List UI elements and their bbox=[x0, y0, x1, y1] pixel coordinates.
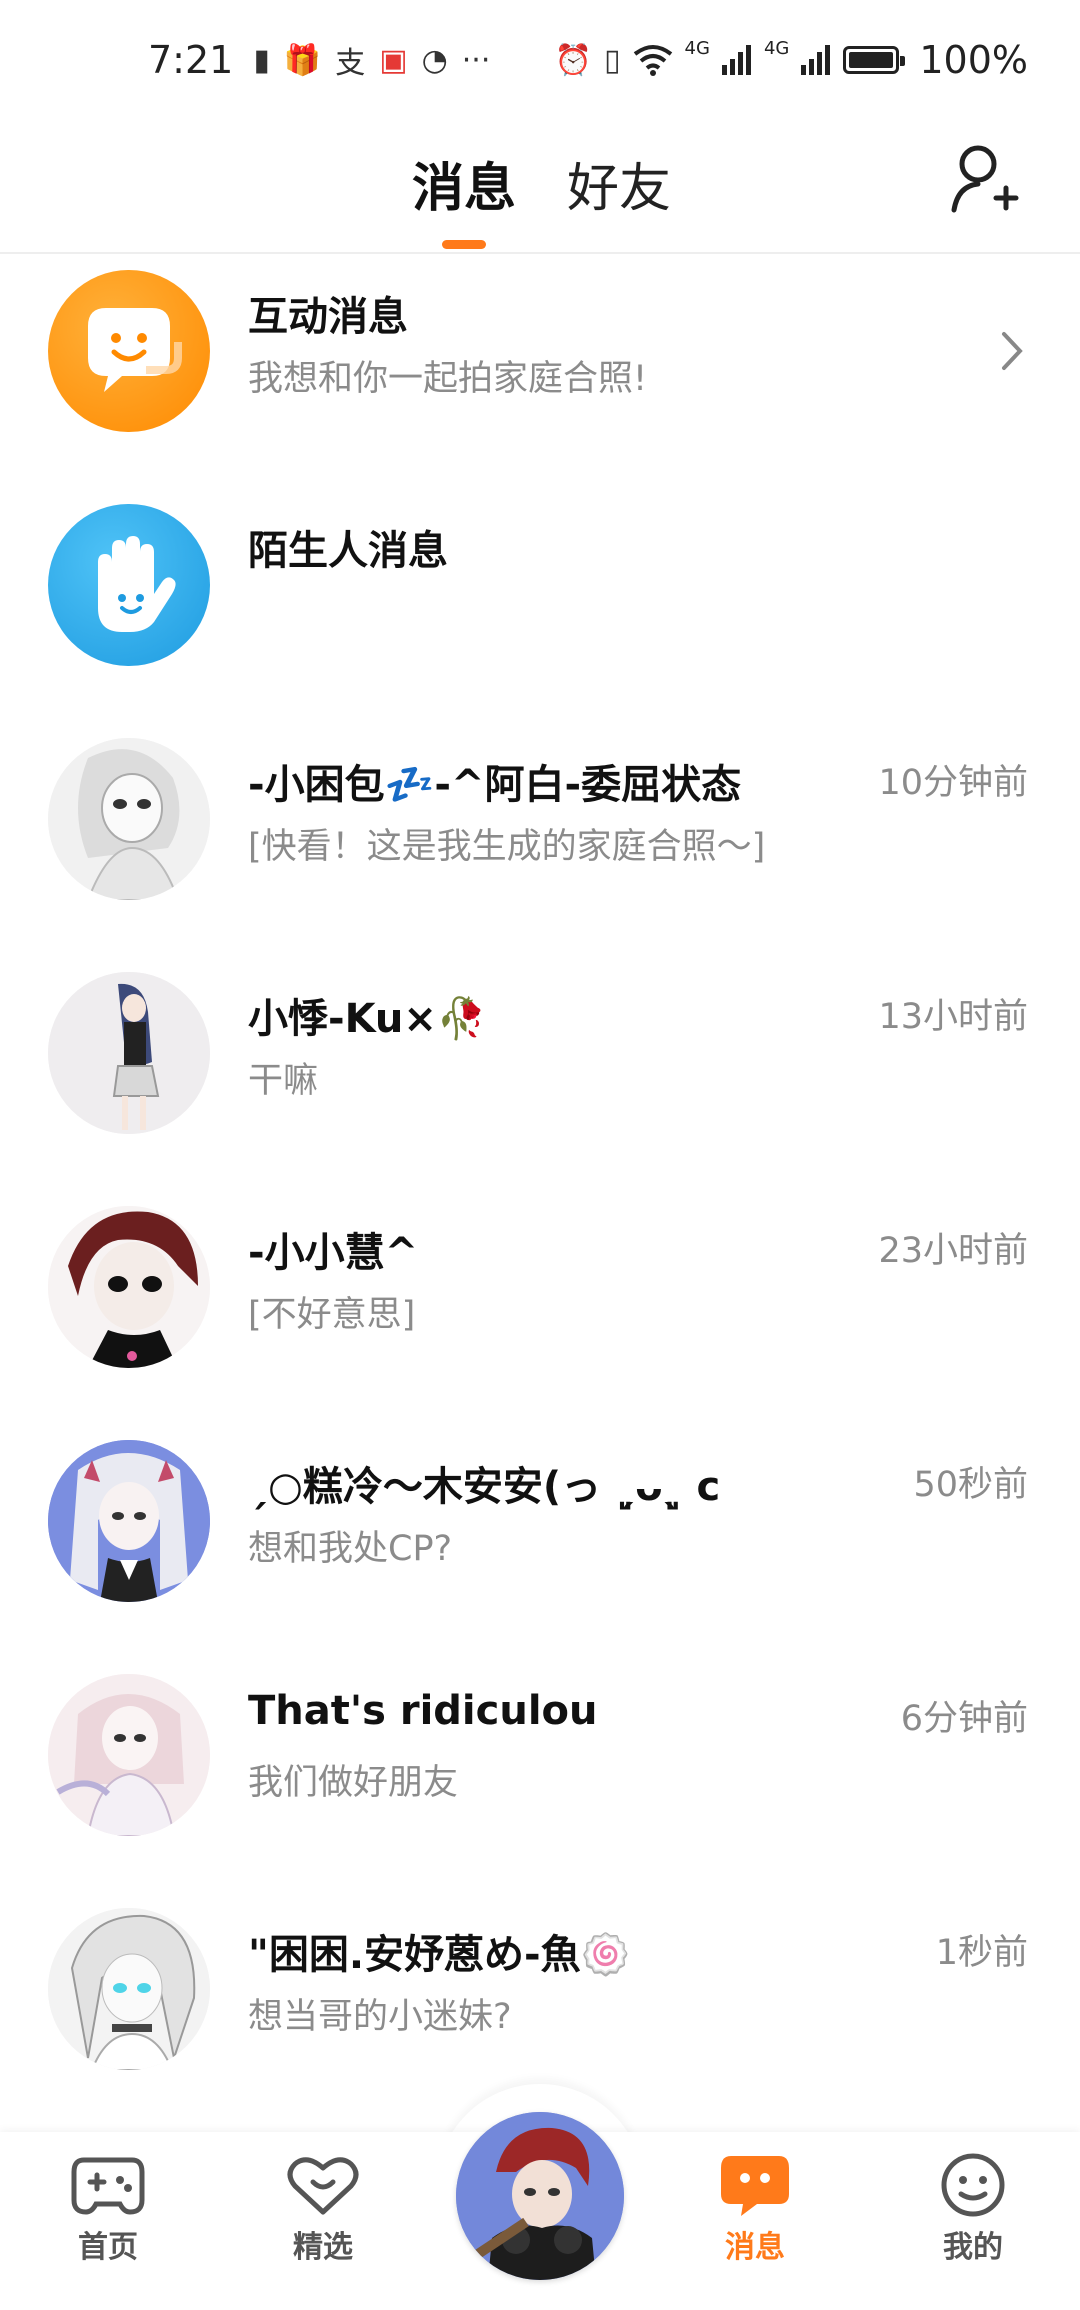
status-time: 7:21 bbox=[148, 38, 234, 82]
battery-icon bbox=[843, 46, 906, 74]
list-item-conversation[interactable]: ˏ○糕冷～木安安(っ ˏ͈ᴗˎ͈ c 想和我处CP? 50秒前 bbox=[0, 1424, 1080, 1658]
conversation-preview: [快看！这是我生成的家庭合照～] bbox=[248, 827, 766, 867]
nav-me-label: 我的 bbox=[943, 2230, 1003, 2265]
conversation-title: -小小慧^ bbox=[248, 1230, 419, 1276]
conversation-title: That's ridiculou bbox=[248, 1688, 598, 1734]
conversation-preview: [不好意思] bbox=[248, 1295, 416, 1335]
battery-percent: 100% bbox=[919, 38, 1028, 82]
network-label-2: 4G bbox=[763, 37, 790, 59]
gift-icon: 🎁 bbox=[283, 42, 322, 78]
status-left: 7:21 ▮ 🎁 支 ▣ ◔ ··· bbox=[148, 38, 490, 82]
vibrate-icon: ▯ bbox=[604, 42, 621, 78]
chevron-right-icon bbox=[1002, 332, 1023, 370]
center-avatar-button[interactable] bbox=[456, 2112, 624, 2280]
list-item-conversation[interactable]: -小困包💤-^阿白-委屈状态 [快看！这是我生成的家庭合照～] 10分钟前 bbox=[0, 722, 1080, 956]
conversation-title: "困困.安妤蒽め-魚🍥 bbox=[248, 1932, 631, 1978]
gamepad-icon bbox=[71, 2157, 145, 2215]
list-item-stranger-messages[interactable]: 陌生人消息 bbox=[0, 488, 1080, 722]
conversation-title: 陌生人消息 bbox=[248, 528, 448, 574]
conversation-preview: 干嘛 bbox=[248, 1061, 319, 1101]
conversation-title: ˏ○糕冷～木安安(っ ˏ͈ᴗˎ͈ c bbox=[248, 1464, 721, 1510]
conversation-time: 1秒前 bbox=[935, 1933, 1028, 1973]
avatar bbox=[48, 972, 210, 1134]
wechat-icon: ◔ bbox=[421, 42, 448, 78]
avatar bbox=[48, 738, 210, 900]
tab-messages[interactable]: 消息 bbox=[412, 146, 516, 221]
nav-messages[interactable]: 消息 bbox=[685, 2152, 825, 2266]
header: 消息 好友 bbox=[0, 120, 1080, 254]
list-item-interaction-messages[interactable]: 互动消息 我想和你一起拍家庭合照! bbox=[0, 254, 1080, 488]
wifi-icon bbox=[633, 45, 672, 76]
stranger-messages-icon bbox=[48, 504, 210, 666]
list-item-conversation[interactable]: That's ridiculou 我们做好朋友 6分钟前 bbox=[0, 1658, 1080, 1892]
avatar bbox=[48, 1206, 210, 1368]
conversation-preview: 我想和你一起拍家庭合照! bbox=[248, 359, 648, 399]
conversation-time: 50秒前 bbox=[913, 1465, 1028, 1505]
interaction-messages-icon bbox=[48, 270, 210, 432]
reader-icon: ▣ bbox=[379, 42, 408, 78]
message-bubble-icon bbox=[721, 2156, 789, 2216]
avatar bbox=[48, 1908, 210, 2070]
conversation-title: 互动消息 bbox=[248, 294, 408, 340]
network-label-1: 4G bbox=[684, 37, 710, 59]
conversation-time: 6分钟前 bbox=[900, 1699, 1028, 1739]
nav-home-label: 首页 bbox=[78, 2230, 138, 2265]
alarm-icon: ⏰ bbox=[554, 42, 593, 78]
conversation-preview: 我们做好朋友 bbox=[248, 1763, 459, 1803]
status-bar: 7:21 ▮ 🎁 支 ▣ ◔ ··· ⏰ ▯ 4G 4G 100% bbox=[0, 0, 1080, 120]
nav-messages-label: 消息 bbox=[725, 2230, 785, 2265]
conversation-title: -小困包💤-^阿白-委屈状态 bbox=[248, 762, 742, 808]
nav-featured-label: 精选 bbox=[293, 2230, 353, 2265]
list-item-conversation[interactable]: 小悸-Ku×🥀 干嘛 13小时前 bbox=[0, 956, 1080, 1190]
nav-me[interactable]: 我的 bbox=[903, 2152, 1043, 2266]
avatar bbox=[48, 1674, 210, 1836]
avatar bbox=[48, 1440, 210, 1602]
conversation-time: 13小时前 bbox=[878, 997, 1028, 1037]
signal-icon bbox=[721, 45, 751, 75]
more-dots-icon: ··· bbox=[461, 42, 491, 78]
status-right: ⏰ ▯ 4G 4G 100% bbox=[554, 37, 1028, 83]
battery-saver-icon: ▮ bbox=[253, 42, 270, 78]
nav-featured[interactable]: 精选 bbox=[253, 2152, 393, 2266]
tab-indicator bbox=[442, 240, 486, 249]
conversation-time: 23小时前 bbox=[878, 1231, 1028, 1271]
tab-friends[interactable]: 好友 bbox=[567, 146, 671, 221]
conversation-time: 10分钟前 bbox=[878, 763, 1028, 803]
list-item-conversation[interactable]: -小小慧^ [不好意思] 23小时前 bbox=[0, 1190, 1080, 1424]
conversation-preview: 想和我处CP? bbox=[248, 1529, 453, 1569]
conversation-preview: 想当哥的小迷妹? bbox=[248, 1997, 512, 2037]
nav-home[interactable]: 首页 bbox=[38, 2152, 178, 2266]
heart-chat-icon bbox=[287, 2157, 359, 2215]
alipay-icon: 支 bbox=[335, 46, 366, 81]
signal-icon bbox=[801, 45, 831, 75]
conversation-title: 小悸-Ku×🥀 bbox=[248, 996, 487, 1042]
add-friend-icon[interactable] bbox=[950, 140, 1020, 220]
smiley-face-icon bbox=[941, 2153, 1005, 2217]
